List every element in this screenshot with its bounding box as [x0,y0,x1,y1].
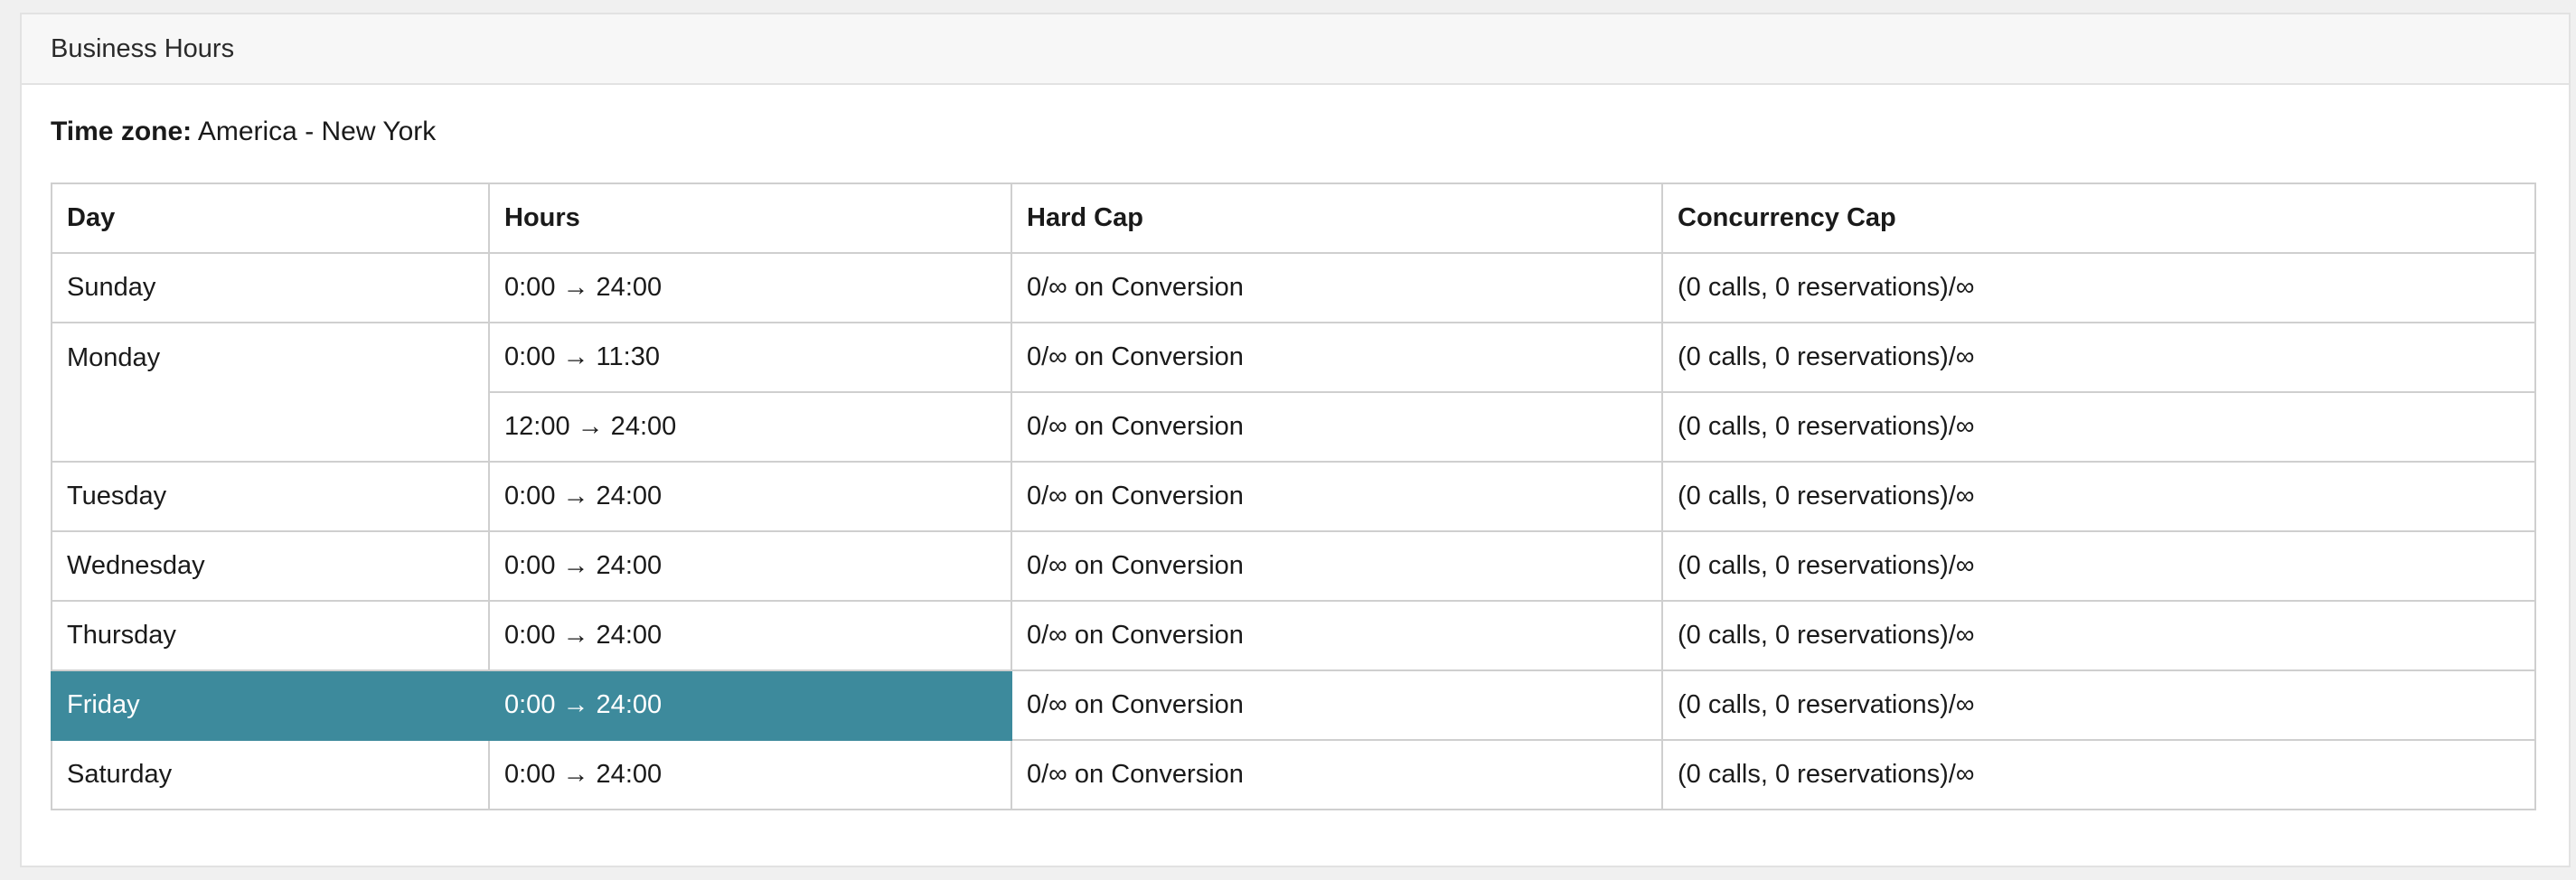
business-hours-table: Day Hours Hard Cap Concurrency Cap Sunda… [51,183,2536,810]
table-row: Monday 0:00 → 11:30 0/∞ on Conversion (0… [51,322,2536,463]
header-concurrency-cap: Concurrency Cap [1661,183,2536,254]
hours-cell: 0:00 → 24:00 [488,461,1012,532]
day-cell-current: Friday [51,669,490,741]
hard-cap-cell: 0/∞ on Conversion [1011,600,1663,671]
concurrency-cap-cell: (0 calls, 0 reservations)/∞ [1661,669,2536,741]
business-hours-panel: Business Hours Time zone: America - New … [20,13,2571,867]
hard-cap-cell: 0/∞ on Conversion [1011,322,1663,393]
table-row: Saturday 0:00 → 24:00 0/∞ on Conversion … [51,739,2536,810]
table-header-row: Day Hours Hard Cap Concurrency Cap [51,183,2536,254]
hard-cap-cell: 0/∞ on Conversion [1011,669,1663,741]
panel-title: Business Hours [22,14,2569,85]
hours-cell: 0:00 → 24:00 [488,530,1012,602]
concurrency-cap-cell: (0 calls, 0 reservations)/∞ [1661,600,2536,671]
hard-cap-cell: 0/∞ on Conversion [1011,739,1663,810]
day-cell: Monday [51,322,490,463]
concurrency-cap-cell: (0 calls, 0 reservations)/∞ [1661,461,2536,532]
table-row: Tuesday 0:00 → 24:00 0/∞ on Conversion (… [51,461,2536,532]
day-cell: Tuesday [51,461,490,532]
hours-cell: 0:00 → 11:30 [488,322,1012,393]
day-cell: Sunday [51,252,490,323]
hard-cap-cell: 0/∞ on Conversion [1011,391,1663,463]
hours-cell: 12:00 → 24:00 [488,391,1012,463]
hours-cell: 0:00 → 24:00 [488,739,1012,810]
concurrency-cap-cell: (0 calls, 0 reservations)/∞ [1661,530,2536,602]
hard-cap-cell: 0/∞ on Conversion [1011,530,1663,602]
header-hard-cap: Hard Cap [1011,183,1663,254]
day-cell: Thursday [51,600,490,671]
concurrency-cap-cell: (0 calls, 0 reservations)/∞ [1661,322,2536,393]
table-row: Wednesday 0:00 → 24:00 0/∞ on Conversion… [51,530,2536,602]
day-cell: Wednesday [51,530,490,602]
table-row-current: Friday 0:00 → 24:00 0/∞ on Conversion (0… [51,669,2536,741]
header-day: Day [51,183,490,254]
timezone-value: America - New York [197,117,437,146]
table-row: Thursday 0:00 → 24:00 0/∞ on Conversion … [51,600,2536,671]
hours-cell: 0:00 → 24:00 [488,252,1012,323]
concurrency-cap-cell: (0 calls, 0 reservations)/∞ [1661,252,2536,323]
header-hours: Hours [488,183,1012,254]
concurrency-cap-cell: (0 calls, 0 reservations)/∞ [1661,739,2536,810]
concurrency-cap-cell: (0 calls, 0 reservations)/∞ [1661,391,2536,463]
hours-cell-current: 0:00 → 24:00 [488,669,1012,741]
hours-cell: 0:00 → 24:00 [488,600,1012,671]
hard-cap-cell: 0/∞ on Conversion [1011,252,1663,323]
timezone-label: Time zone: [51,117,193,146]
table-row: Sunday 0:00 → 24:00 0/∞ on Conversion (0… [51,252,2536,323]
hard-cap-cell: 0/∞ on Conversion [1011,461,1663,532]
panel-body: Time zone: America - New York Day Hours … [22,85,2569,810]
timezone-line: Time zone: America - New York [51,116,2540,148]
day-cell: Saturday [51,739,490,810]
